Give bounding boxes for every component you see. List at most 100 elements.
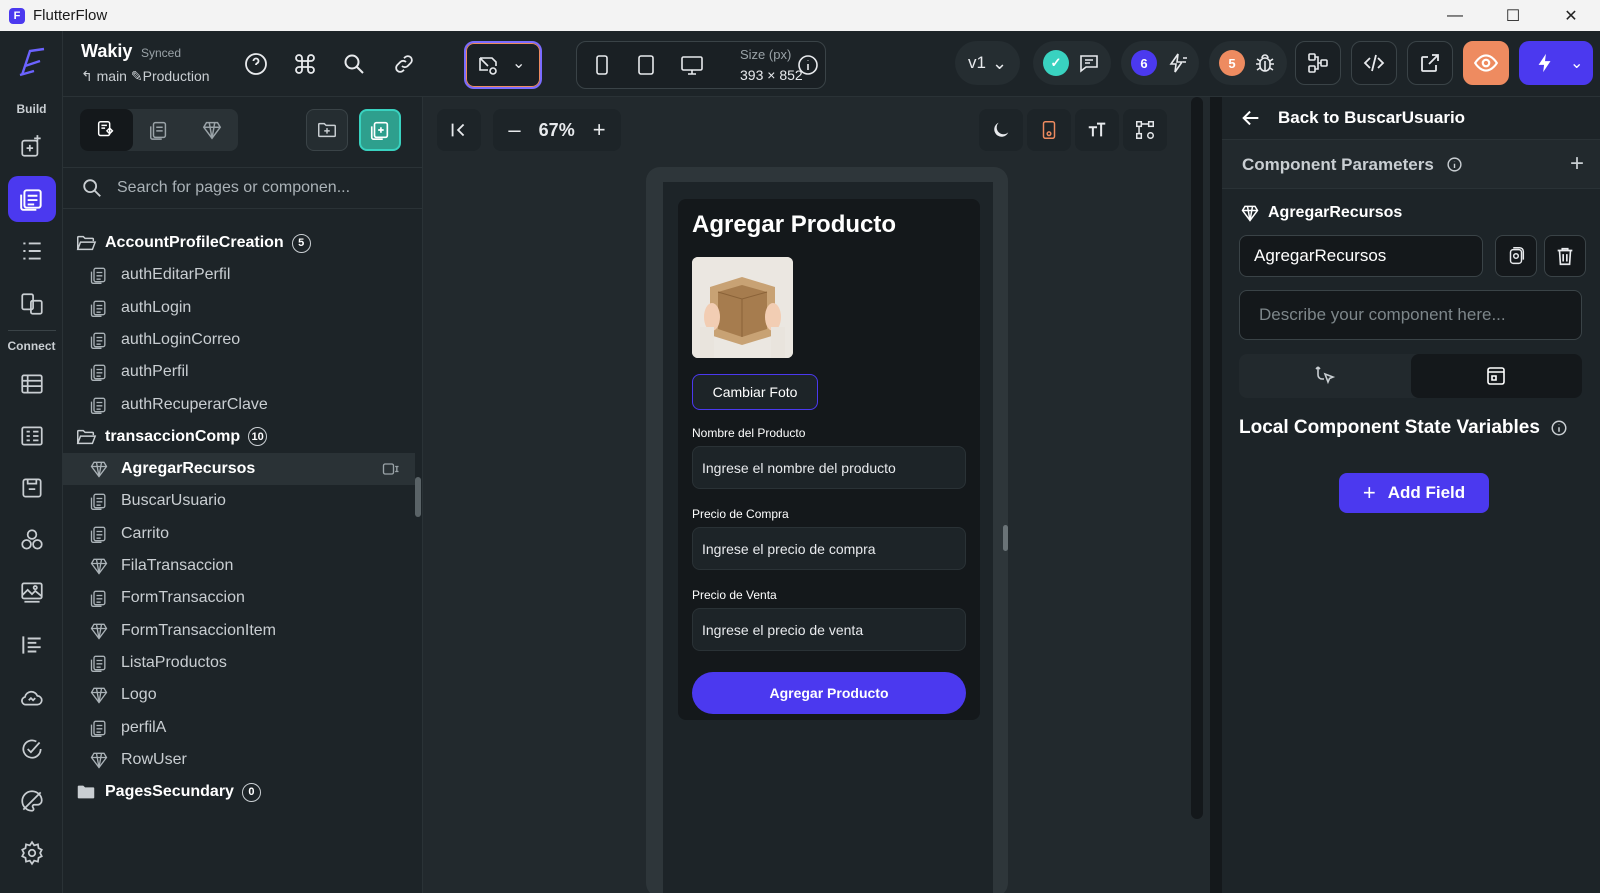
tree-page-item[interactable]: authRecuperarClave — [63, 389, 415, 421]
cloud-functions-rail-button[interactable] — [8, 674, 56, 720]
tree-page-item[interactable]: authEditarPerfil — [63, 259, 415, 291]
tree-folder[interactable]: AccountProfileCreation 5 — [63, 227, 415, 259]
duplicate-component-button[interactable] — [1495, 235, 1537, 277]
size-info-button[interactable] — [793, 50, 823, 80]
search-button[interactable] — [339, 49, 369, 79]
code-icon — [1363, 54, 1385, 72]
tree-page-item[interactable]: Carrito — [63, 518, 415, 550]
tree-folder[interactable]: PagesSecundary 0 — [63, 776, 415, 808]
delete-component-button[interactable] — [1544, 235, 1586, 277]
sync-status: Synced — [141, 46, 182, 60]
tree-component-item[interactable]: FormTransaccionItem — [63, 615, 415, 647]
warnings-group[interactable]: 5 — [1209, 41, 1287, 85]
flutterflow-brand-icon[interactable] — [14, 45, 48, 79]
tab-components[interactable] — [185, 109, 238, 151]
add-product-button[interactable]: Agregar Producto — [692, 672, 966, 714]
component-options-icon[interactable] — [381, 459, 401, 479]
tablet-device-button[interactable] — [631, 50, 661, 80]
tree-page-item[interactable]: authPerfil — [63, 356, 415, 388]
canvas-settings-button[interactable] — [1123, 109, 1167, 151]
device-preview-toggle[interactable] — [1027, 109, 1071, 151]
tree-component-item[interactable]: AgregarRecursos — [63, 453, 415, 486]
command-palette-button[interactable] — [290, 49, 320, 79]
check-status-icon[interactable]: ✓ — [1043, 50, 1069, 76]
tree-page-item[interactable]: authLoginCorreo — [63, 324, 415, 356]
component-description-input[interactable] — [1239, 290, 1582, 340]
branch-environment[interactable]: ↰ main ✎Production — [81, 68, 210, 85]
widget-tree-rail-button[interactable] — [8, 228, 56, 274]
tree-component-item[interactable]: Logo — [63, 679, 415, 711]
tree-folder[interactable]: transaccionComp 10 — [63, 421, 415, 453]
page-search-input[interactable] — [117, 179, 397, 197]
tab-properties[interactable] — [1410, 354, 1582, 398]
data-schema-rail-button[interactable] — [8, 361, 56, 407]
text-scale-button[interactable] — [1075, 109, 1119, 151]
zoom-in-button[interactable]: + — [593, 117, 606, 143]
tree-page-item[interactable]: BuscarUsuario — [63, 485, 415, 517]
app-values-rail-button[interactable] — [8, 413, 56, 459]
panel-scrollbar[interactable] — [415, 477, 421, 517]
tab-pages[interactable] — [133, 109, 186, 151]
component-preview-card[interactable]: Agregar Producto Cambiar Foto Nombre del… — [678, 199, 980, 720]
tree-component-item[interactable]: FilaTransaccion — [63, 550, 415, 582]
theme-rail-button[interactable] — [8, 517, 56, 563]
tab-interactions[interactable] — [1239, 354, 1411, 398]
collapse-panel-button[interactable] — [437, 109, 481, 151]
info-icon[interactable] — [1446, 156, 1463, 173]
tests-rail-button[interactable] — [8, 726, 56, 772]
tree-page-item[interactable]: authLogin — [63, 292, 415, 324]
settings-rail-button[interactable] — [8, 830, 56, 876]
maximize-button[interactable]: ☐ — [1484, 0, 1542, 31]
share-link-button[interactable] — [389, 49, 419, 79]
page-selector-rail-button[interactable] — [8, 176, 56, 222]
add-field-button[interactable]: + Add Field — [1339, 473, 1489, 513]
storyboard-rail-button[interactable] — [8, 281, 56, 327]
custom-code-rail-button[interactable] — [8, 622, 56, 668]
add-widget-rail-button[interactable] — [8, 123, 56, 169]
branching-button[interactable] — [1295, 41, 1341, 85]
widget-palette-dropdown[interactable]: ⌄ — [464, 41, 542, 89]
add-page-button[interactable] — [359, 109, 401, 151]
add-parameter-button[interactable]: + — [1570, 152, 1584, 176]
dark-mode-toggle[interactable] — [979, 109, 1023, 151]
chevron-down-icon[interactable]: ⌄ — [1570, 53, 1583, 73]
info-icon[interactable] — [1550, 419, 1568, 437]
issues-group[interactable]: 6 — [1121, 41, 1199, 85]
preview-button[interactable] — [1463, 41, 1509, 85]
change-photo-button[interactable]: Cambiar Foto — [692, 374, 818, 410]
help-button[interactable] — [241, 49, 271, 79]
add-folder-button[interactable] — [306, 109, 348, 151]
view-code-button[interactable] — [1351, 41, 1397, 85]
buy-price-input[interactable]: Ingrese el precio de compra — [692, 527, 966, 570]
close-window-button[interactable]: ✕ — [1542, 0, 1600, 31]
tree-page-item[interactable]: FormTransaccion — [63, 582, 415, 614]
tree-page-item[interactable]: ListaProductos — [63, 647, 415, 679]
comments-icon[interactable] — [1077, 51, 1101, 75]
search-icon — [344, 54, 364, 74]
plus-icon: + — [1362, 480, 1376, 505]
project-name[interactable]: Wakiy — [81, 41, 132, 62]
device-scrollbar[interactable] — [1003, 525, 1008, 551]
run-test-button[interactable]: ⌄ — [1519, 41, 1593, 85]
version-dropdown[interactable]: v1 ⌄ — [955, 41, 1020, 85]
tree-component-item[interactable]: RowUser — [63, 744, 415, 776]
canvas-scrollbar[interactable] — [1191, 97, 1203, 819]
api-calls-rail-button[interactable] — [8, 465, 56, 511]
phone-device-button[interactable] — [587, 50, 617, 80]
back-button[interactable]: Back to BuscarUsuario — [1240, 107, 1465, 129]
size-label: Size (px) — [740, 47, 792, 62]
page-tree: AccountProfileCreation 5 authEditarPerfil a… — [63, 210, 415, 893]
tree-page-item[interactable]: perfilA — [63, 712, 415, 744]
zoom-out-button[interactable]: – — [508, 117, 520, 143]
ai-gen-rail-button[interactable] — [8, 778, 56, 824]
product-photo[interactable] — [692, 257, 793, 358]
component-name-input[interactable] — [1239, 235, 1483, 277]
tab-all[interactable] — [80, 109, 133, 151]
desktop-device-button[interactable] — [677, 50, 707, 80]
media-assets-rail-button[interactable] — [8, 569, 56, 615]
sell-price-input[interactable]: Ingrese el precio de venta — [692, 608, 966, 651]
product-name-input[interactable]: Ingrese el nombre del producto — [692, 446, 966, 489]
minimize-button[interactable]: — — [1426, 0, 1484, 31]
page-icon — [89, 298, 109, 318]
open-external-button[interactable] — [1407, 41, 1453, 85]
